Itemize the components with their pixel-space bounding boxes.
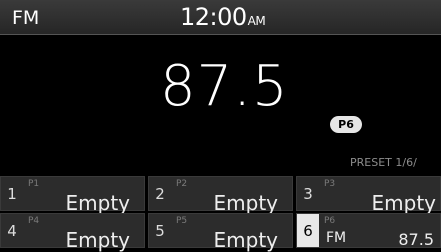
preset-band: FM	[326, 230, 347, 246]
preset-button-6[interactable]: 6 P6 FM 87.5	[296, 213, 441, 249]
preset-tag: P2	[176, 179, 188, 189]
preset-tag: P6	[324, 216, 336, 226]
preset-button-3[interactable]: 3 P3 Empty	[296, 176, 441, 215]
preset-name: Empty	[65, 191, 131, 215]
preset-name: Empty	[371, 191, 437, 215]
preset-tag: P3	[324, 179, 336, 189]
preset-tag: P1	[28, 179, 40, 189]
clock: 12:00AM	[180, 3, 266, 31]
preset-number: 2	[155, 184, 165, 203]
preset-button-1[interactable]: 1 P1 Empty	[0, 176, 145, 215]
preset-info: PRESET 1/6/	[350, 156, 417, 169]
preset-tag: P4	[28, 216, 40, 226]
preset-number: 6	[297, 214, 319, 247]
preset-grid: 1 P1 Empty 2 P2 Empty 3 P3 Empty 4 P4 Em…	[0, 176, 441, 252]
preset-frequency: 87.5	[398, 230, 434, 249]
preset-name: Empty	[213, 228, 279, 252]
preset-number: 3	[303, 184, 313, 203]
status-bar: FM 12:00AM	[0, 0, 441, 35]
preset-number: 4	[7, 221, 17, 240]
frequency-display: 87.5	[160, 54, 289, 119]
preset-button-5[interactable]: 5 P5 Empty	[148, 213, 293, 252]
preset-number: 5	[155, 221, 165, 240]
preset-name: Empty	[213, 191, 279, 215]
band-label: FM	[12, 7, 40, 29]
preset-button-2[interactable]: 2 P2 Empty	[148, 176, 293, 215]
preset-name: Empty	[65, 228, 131, 252]
clock-ampm: AM	[247, 14, 266, 28]
preset-number: 1	[7, 184, 17, 203]
preset-tag: P5	[176, 216, 188, 226]
preset-button-4[interactable]: 4 P4 Empty	[0, 213, 145, 252]
clock-time: 12:00	[180, 3, 247, 31]
preset-badge: P6	[330, 116, 362, 133]
